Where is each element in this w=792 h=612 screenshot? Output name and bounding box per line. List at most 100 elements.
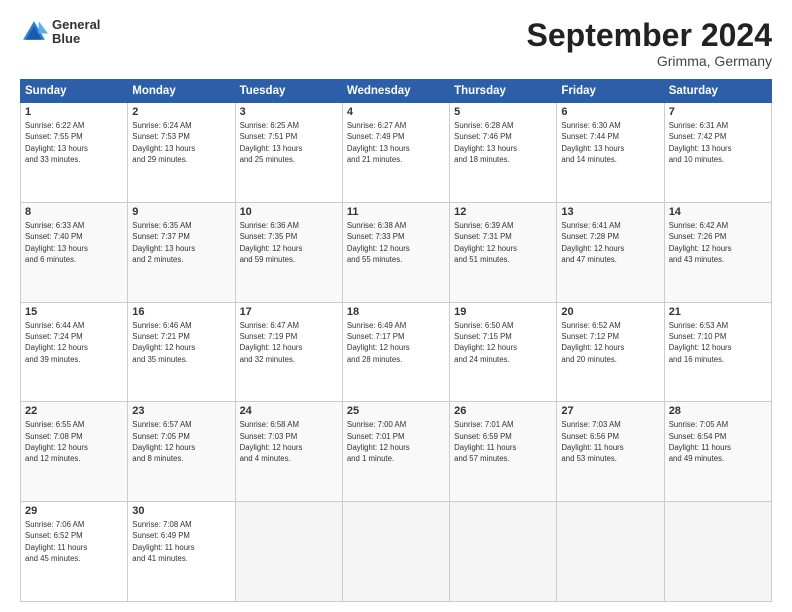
day-number: 7 xyxy=(669,106,767,118)
month-title: September 2024 xyxy=(527,18,772,53)
day-number: 18 xyxy=(347,306,445,318)
day-number: 30 xyxy=(132,505,230,517)
day-info: Sunrise: 6:27 AM Sunset: 7:49 PM Dayligh… xyxy=(347,120,445,165)
day-number: 27 xyxy=(561,405,659,417)
day-info: Sunrise: 6:22 AM Sunset: 7:55 PM Dayligh… xyxy=(25,120,123,165)
logo-line1: General xyxy=(52,18,100,32)
calendar-table: SundayMondayTuesdayWednesdayThursdayFrid… xyxy=(20,79,772,602)
day-info: Sunrise: 7:03 AM Sunset: 6:56 PM Dayligh… xyxy=(561,419,659,464)
day-info: Sunrise: 6:57 AM Sunset: 7:05 PM Dayligh… xyxy=(132,419,230,464)
day-info: Sunrise: 6:33 AM Sunset: 7:40 PM Dayligh… xyxy=(25,220,123,265)
day-info: Sunrise: 7:00 AM Sunset: 7:01 PM Dayligh… xyxy=(347,419,445,464)
day-info: Sunrise: 6:35 AM Sunset: 7:37 PM Dayligh… xyxy=(132,220,230,265)
calendar-cell: 20Sunrise: 6:52 AM Sunset: 7:12 PM Dayli… xyxy=(557,302,664,402)
day-info: Sunrise: 7:05 AM Sunset: 6:54 PM Dayligh… xyxy=(669,419,767,464)
day-number: 20 xyxy=(561,306,659,318)
day-info: Sunrise: 6:31 AM Sunset: 7:42 PM Dayligh… xyxy=(669,120,767,165)
calendar-cell: 27 Sunrise: 7:03 AM Sunset: 6:56 PM Dayli… xyxy=(557,402,664,502)
day-header-sunday: Sunday xyxy=(21,80,128,103)
day-info: Sunrise: 6:36 AM Sunset: 7:35 PM Dayligh… xyxy=(240,220,338,265)
location-subtitle: Grimma, Germany xyxy=(527,53,772,69)
day-number: 25 xyxy=(347,405,445,417)
calendar-cell: 10 Sunrise: 6:36 AM Sunset: 7:35 PM Dayli… xyxy=(235,202,342,302)
calendar-cell: 1 Sunrise: 6:22 AM Sunset: 7:55 PM Daylig… xyxy=(21,103,128,203)
calendar-cell: 9 Sunrise: 6:35 AM Sunset: 7:37 PM Daylig… xyxy=(128,202,235,302)
calendar-cell: 25 Sunrise: 7:00 AM Sunset: 7:01 PM Dayli… xyxy=(342,402,449,502)
day-number: 17 xyxy=(240,306,338,318)
calendar-cell: 11 Sunrise: 6:38 AM Sunset: 7:33 PM Dayli… xyxy=(342,202,449,302)
calendar-header-row: SundayMondayTuesdayWednesdayThursdayFrid… xyxy=(21,80,772,103)
calendar-cell: 21Sunrise: 6:53 AM Sunset: 7:10 PM Dayli… xyxy=(664,302,771,402)
day-number: 10 xyxy=(240,206,338,218)
title-block: September 2024 Grimma, Germany xyxy=(527,18,772,69)
day-info: Sunrise: 6:47 AM Sunset: 7:19 PM Dayligh… xyxy=(240,320,338,365)
calendar-cell xyxy=(342,502,449,602)
day-header-friday: Friday xyxy=(557,80,664,103)
day-number: 29 xyxy=(25,505,123,517)
day-header-tuesday: Tuesday xyxy=(235,80,342,103)
day-info: Sunrise: 6:50 AM Sunset: 7:15 PM Dayligh… xyxy=(454,320,552,365)
calendar-cell: 29Sunrise: 7:06 AM Sunset: 6:52 PM Dayli… xyxy=(21,502,128,602)
page: General Blue September 2024 Grimma, Germ… xyxy=(0,0,792,612)
day-number: 11 xyxy=(347,206,445,218)
calendar-cell: 13Sunrise: 6:41 AM Sunset: 7:28 PM Dayli… xyxy=(557,202,664,302)
calendar-cell: 18 Sunrise: 6:49 AM Sunset: 7:17 PM Dayli… xyxy=(342,302,449,402)
day-number: 23 xyxy=(132,405,230,417)
calendar-cell: 16 Sunrise: 6:46 AM Sunset: 7:21 PM Dayli… xyxy=(128,302,235,402)
calendar-cell xyxy=(557,502,664,602)
calendar-cell: 19 Sunrise: 6:50 AM Sunset: 7:15 PM Dayli… xyxy=(450,302,557,402)
calendar-cell: 8 Sunrise: 6:33 AM Sunset: 7:40 PM Daylig… xyxy=(21,202,128,302)
calendar-cell: 15Sunrise: 6:44 AM Sunset: 7:24 PM Dayli… xyxy=(21,302,128,402)
calendar-cell: 2Sunrise: 6:24 AM Sunset: 7:53 PM Daylig… xyxy=(128,103,235,203)
day-header-monday: Monday xyxy=(128,80,235,103)
calendar-cell: 26Sunrise: 7:01 AM Sunset: 6:59 PM Dayli… xyxy=(450,402,557,502)
day-info: Sunrise: 6:44 AM Sunset: 7:24 PM Dayligh… xyxy=(25,320,123,365)
day-number: 9 xyxy=(132,206,230,218)
day-header-thursday: Thursday xyxy=(450,80,557,103)
day-number: 28 xyxy=(669,405,767,417)
day-header-saturday: Saturday xyxy=(664,80,771,103)
calendar-cell: 30 Sunrise: 7:08 AM Sunset: 6:49 PM Dayli… xyxy=(128,502,235,602)
day-info: Sunrise: 7:08 AM Sunset: 6:49 PM Dayligh… xyxy=(132,519,230,564)
header: General Blue September 2024 Grimma, Germ… xyxy=(20,18,772,69)
calendar-week-2: 8 Sunrise: 6:33 AM Sunset: 7:40 PM Daylig… xyxy=(21,202,772,302)
logo-line2: Blue xyxy=(52,32,100,46)
logo-icon xyxy=(20,18,48,46)
day-info: Sunrise: 6:24 AM Sunset: 7:53 PM Dayligh… xyxy=(132,120,230,165)
day-info: Sunrise: 6:49 AM Sunset: 7:17 PM Dayligh… xyxy=(347,320,445,365)
calendar-week-1: 1 Sunrise: 6:22 AM Sunset: 7:55 PM Daylig… xyxy=(21,103,772,203)
calendar-cell: 17 Sunrise: 6:47 AM Sunset: 7:19 PM Dayli… xyxy=(235,302,342,402)
day-info: Sunrise: 6:46 AM Sunset: 7:21 PM Dayligh… xyxy=(132,320,230,365)
day-number: 24 xyxy=(240,405,338,417)
calendar-week-5: 29Sunrise: 7:06 AM Sunset: 6:52 PM Dayli… xyxy=(21,502,772,602)
calendar-cell xyxy=(235,502,342,602)
calendar-cell: 28 Sunrise: 7:05 AM Sunset: 6:54 PM Dayli… xyxy=(664,402,771,502)
day-number: 26 xyxy=(454,405,552,417)
day-number: 5 xyxy=(454,106,552,118)
day-number: 12 xyxy=(454,206,552,218)
day-number: 16 xyxy=(132,306,230,318)
logo-text: General Blue xyxy=(52,18,100,47)
calendar-cell: 22 Sunrise: 6:55 AM Sunset: 7:08 PM Dayli… xyxy=(21,402,128,502)
day-info: Sunrise: 6:30 AM Sunset: 7:44 PM Dayligh… xyxy=(561,120,659,165)
day-number: 19 xyxy=(454,306,552,318)
calendar-cell: 6 Sunrise: 6:30 AM Sunset: 7:44 PM Daylig… xyxy=(557,103,664,203)
calendar-cell: 3Sunrise: 6:25 AM Sunset: 7:51 PM Daylig… xyxy=(235,103,342,203)
day-number: 4 xyxy=(347,106,445,118)
day-number: 1 xyxy=(25,106,123,118)
calendar-cell: 14 Sunrise: 6:42 AM Sunset: 7:26 PM Dayli… xyxy=(664,202,771,302)
day-info: Sunrise: 6:42 AM Sunset: 7:26 PM Dayligh… xyxy=(669,220,767,265)
day-info: Sunrise: 6:55 AM Sunset: 7:08 PM Dayligh… xyxy=(25,419,123,464)
day-number: 3 xyxy=(240,106,338,118)
calendar-cell: 12Sunrise: 6:39 AM Sunset: 7:31 PM Dayli… xyxy=(450,202,557,302)
calendar-week-3: 15Sunrise: 6:44 AM Sunset: 7:24 PM Dayli… xyxy=(21,302,772,402)
day-number: 22 xyxy=(25,405,123,417)
day-number: 6 xyxy=(561,106,659,118)
calendar-cell: 23 Sunrise: 6:57 AM Sunset: 7:05 PM Dayli… xyxy=(128,402,235,502)
day-header-wednesday: Wednesday xyxy=(342,80,449,103)
day-number: 14 xyxy=(669,206,767,218)
day-info: Sunrise: 6:38 AM Sunset: 7:33 PM Dayligh… xyxy=(347,220,445,265)
day-info: Sunrise: 6:41 AM Sunset: 7:28 PM Dayligh… xyxy=(561,220,659,265)
day-info: Sunrise: 6:58 AM Sunset: 7:03 PM Dayligh… xyxy=(240,419,338,464)
day-number: 8 xyxy=(25,206,123,218)
